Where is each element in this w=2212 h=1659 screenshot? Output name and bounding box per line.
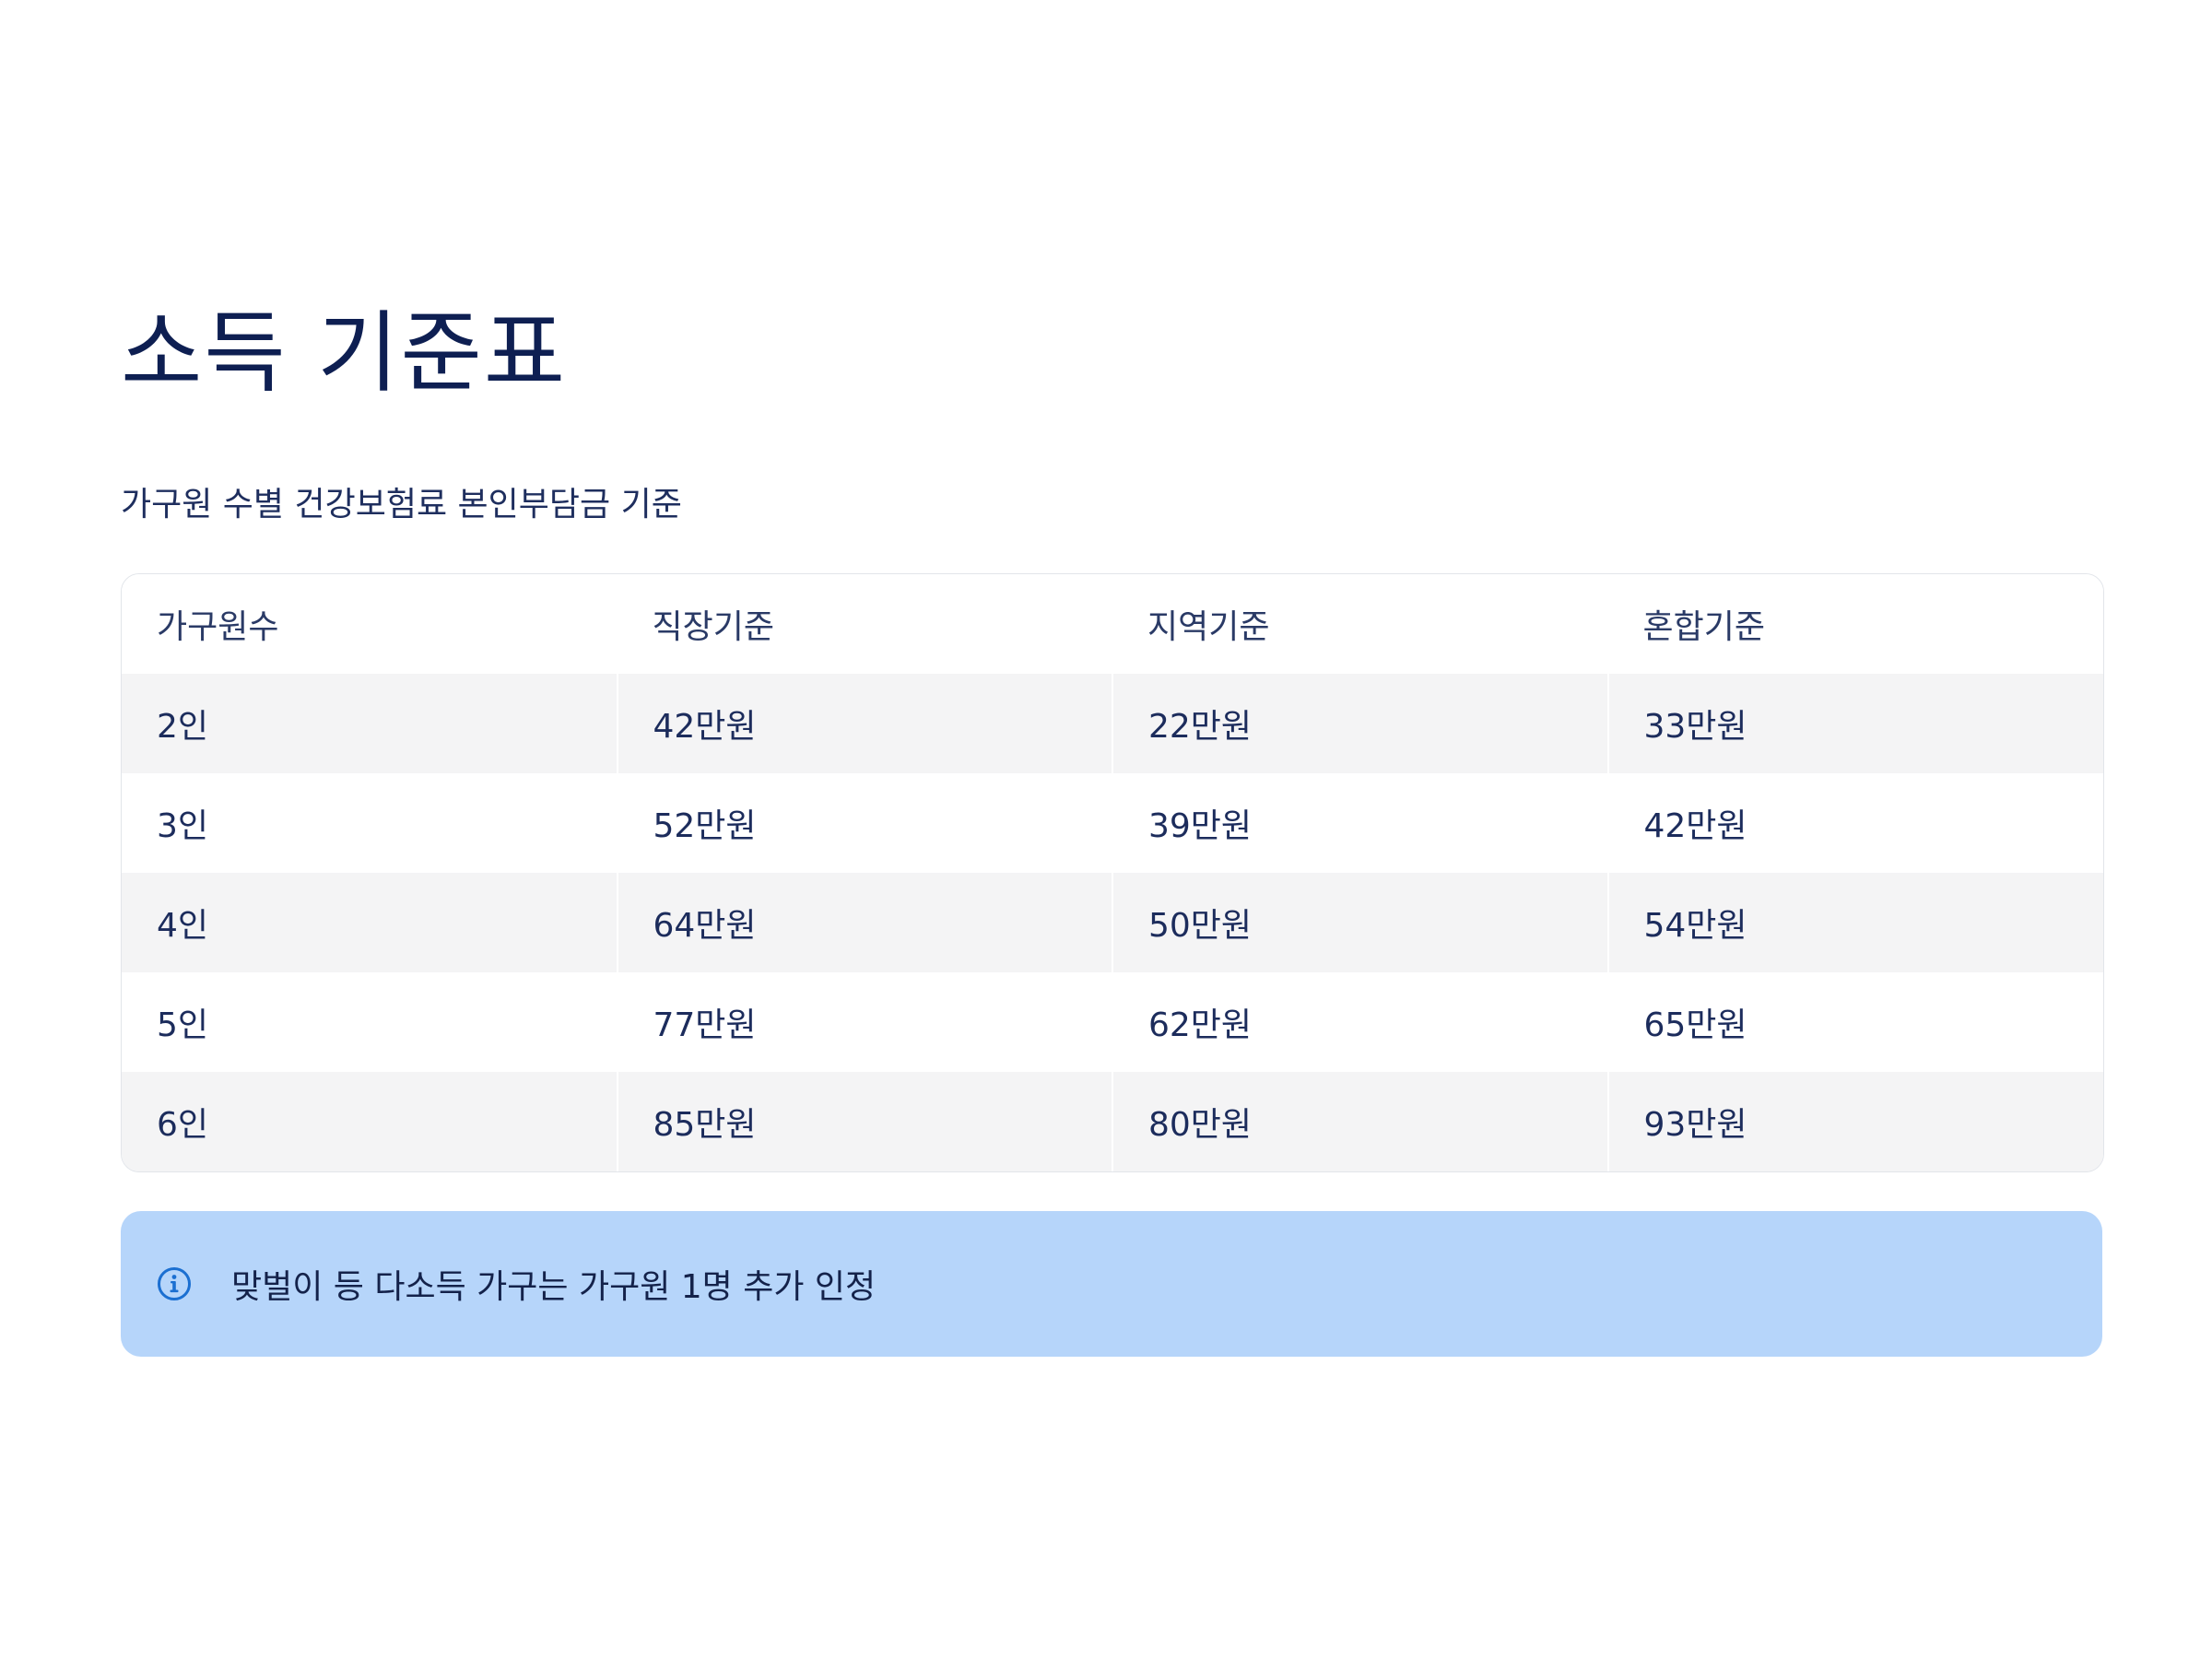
- table-cell-household-size: 3인: [122, 773, 618, 873]
- table-cell-regional: 22만원: [1112, 674, 1608, 773]
- table-row: 6인 85만원 80만원 93만원: [122, 1072, 2103, 1171]
- table-row: 4인 64만원 50만원 54만원: [122, 873, 2103, 972]
- table-cell-employee: 42만원: [616, 674, 1112, 773]
- table-row: 2인 42만원 22만원 33만원: [122, 674, 2103, 773]
- table-row: 5인 77만원 62만원 65만원: [122, 972, 2103, 1072]
- column-header-household-size: 가구원수: [122, 574, 618, 674]
- table-row: 3인 52만원 39만원 42만원: [122, 773, 2103, 873]
- page-content: 소득 기준표 가구원 수별 건강보험료 본인부담금 기준 가구원수 직장기준 지…: [121, 293, 2104, 1357]
- table-cell-household-size: 2인: [122, 674, 618, 773]
- table-cell-mixed: 42만원: [1606, 773, 2103, 873]
- column-header-mixed: 혼합기준: [1607, 574, 2103, 674]
- page-subtitle: 가구원 수별 건강보험료 본인부담금 기준: [121, 486, 682, 524]
- table-body: 2인 42만원 22만원 33만원 3인 52만원 39만원 42만원 4인 6…: [122, 674, 2103, 1171]
- table-header: 가구원수 직장기준 지역기준 혼합기준: [122, 574, 2103, 674]
- table-cell-regional: 62만원: [1112, 972, 1608, 1072]
- income-criteria-table: 가구원수 직장기준 지역기준 혼합기준 2인 42만원 22만원 33만원 3인…: [122, 574, 2103, 1171]
- table-header-row: 가구원수 직장기준 지역기준 혼합기준: [122, 574, 2103, 674]
- table-cell-mixed: 93만원: [1606, 1072, 2103, 1171]
- table-cell-household-size: 5인: [122, 972, 618, 1072]
- income-criteria-table-card: 가구원수 직장기준 지역기준 혼합기준 2인 42만원 22만원 33만원 3인…: [121, 573, 2104, 1172]
- notice-text: 맞벌이 등 다소득 가구는 가구원 1명 추가 인정: [231, 1268, 877, 1306]
- info-icon: [158, 1267, 191, 1300]
- column-header-regional: 지역기준: [1112, 574, 1608, 674]
- table-cell-regional: 50만원: [1112, 873, 1608, 972]
- table-cell-employee: 77만원: [616, 972, 1112, 1072]
- table-cell-employee: 85만원: [616, 1072, 1112, 1171]
- table-cell-employee: 52만원: [616, 773, 1112, 873]
- column-header-employee: 직장기준: [617, 574, 1112, 674]
- table-cell-regional: 39만원: [1112, 773, 1608, 873]
- page-title: 소득 기준표: [121, 301, 568, 405]
- notice-box: 맞벌이 등 다소득 가구는 가구원 1명 추가 인정: [121, 1211, 2102, 1357]
- table-cell-household-size: 4인: [122, 873, 618, 972]
- table-cell-mixed: 33만원: [1606, 674, 2103, 773]
- table-cell-mixed: 54만원: [1606, 873, 2103, 972]
- table-cell-household-size: 6인: [122, 1072, 618, 1171]
- table-cell-mixed: 65만원: [1606, 972, 2103, 1072]
- table-cell-employee: 64만원: [616, 873, 1112, 972]
- table-cell-regional: 80만원: [1112, 1072, 1608, 1171]
